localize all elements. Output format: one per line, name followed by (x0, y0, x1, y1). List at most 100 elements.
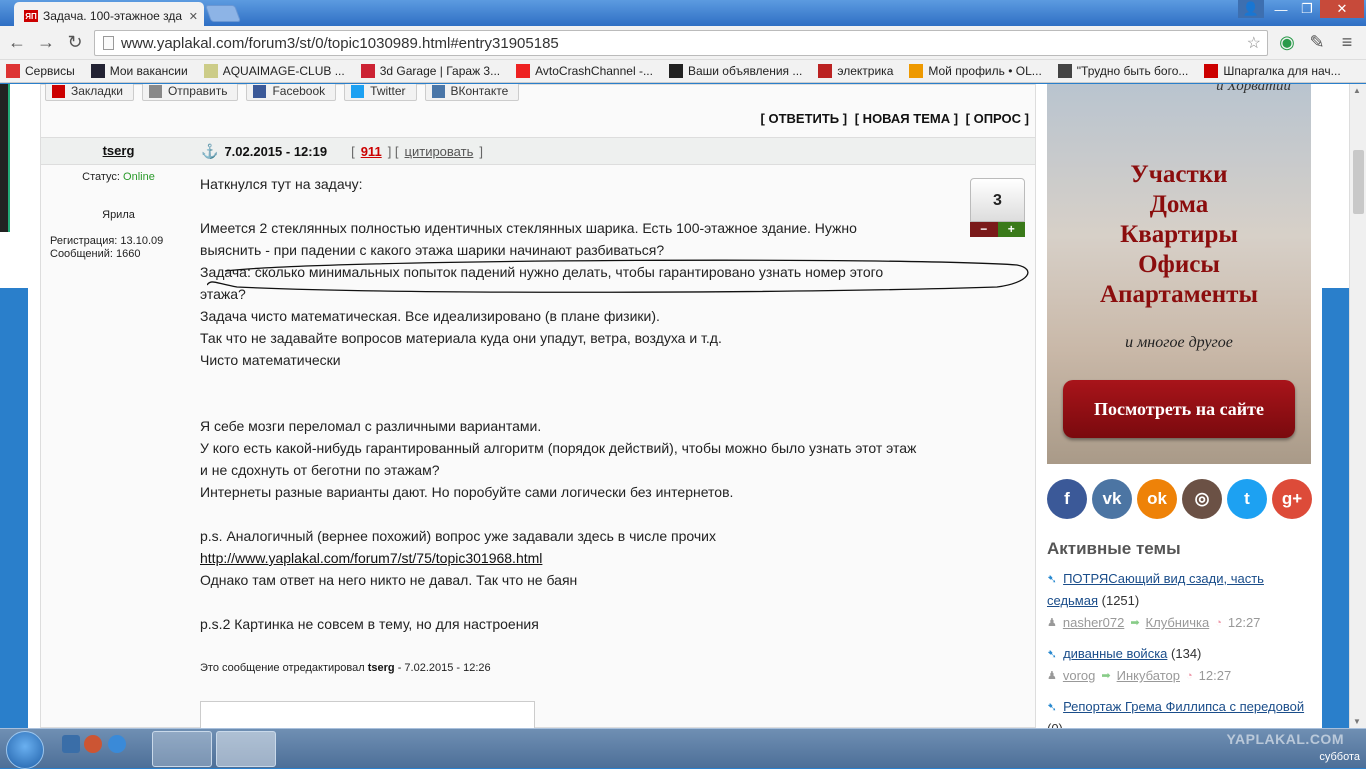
scroll-down-icon[interactable]: ▼ (1353, 717, 1361, 726)
vk-icon[interactable]: vk (1092, 479, 1132, 519)
message-count: Сообщений: 1660 (50, 248, 141, 260)
post-line: Однако там ответ на него никто не давал.… (200, 572, 578, 588)
tools-icon[interactable]: ✎ (1306, 32, 1328, 53)
topic-link[interactable]: Репортаж Грема Филлипса с передовой (1063, 699, 1304, 714)
bookmark-label: 3d Garage | Гараж 3... (379, 64, 501, 78)
bookmark-label: электрика (837, 64, 894, 78)
topic-title-line: ➷ Репортаж Грема Филлипса с передовой (0) (1047, 696, 1311, 728)
start-button[interactable] (6, 731, 44, 769)
tray-day: суббота (1319, 751, 1360, 763)
browser-quicklaunch-icon[interactable] (84, 735, 102, 753)
vertical-scrollbar[interactable]: ▲ ▼ (1349, 84, 1366, 728)
user-icon[interactable]: 👤 (1238, 0, 1264, 18)
share-button[interactable]: Twitter (344, 84, 417, 101)
maximize-button[interactable]: ❐ (1294, 0, 1320, 18)
bookmark-item[interactable]: Ваши объявления ... (668, 64, 803, 78)
post-meta: ⚓ 7.02.2015 - 12:19 [ 911 ] [ цитировать… (201, 143, 483, 160)
scroll-thumb[interactable] (1353, 150, 1364, 214)
menu-icon[interactable]: ≡ (1336, 32, 1358, 53)
ad-line: Апартаменты (1100, 281, 1258, 308)
poll-link[interactable]: [ ОПРОС ] (966, 111, 1029, 126)
bookmark-item[interactable]: Мои вакансии (90, 64, 188, 78)
twitter-icon[interactable]: t (1227, 479, 1267, 519)
yp-icon (1204, 64, 1219, 78)
bookmark-label: Мои вакансии (109, 64, 188, 78)
taskbar-chrome-button[interactable] (216, 731, 276, 767)
active-topics-list: ➷ ПОТРЯСающий вид сзади, часть седьмая (1… (1047, 568, 1311, 728)
ad-line: Дома (1149, 191, 1209, 218)
close-window-button[interactable]: ✕ (1320, 0, 1364, 18)
odnoklassniki-icon[interactable]: ok (1137, 479, 1177, 519)
active-topics-heading: Активные темы (1047, 539, 1181, 558)
bookmark-item[interactable]: AvtoCrashChannel -... (516, 64, 653, 78)
topic-section[interactable]: Клубничка (1146, 612, 1210, 634)
reply-link[interactable]: [ ОТВЕТИТЬ ] (761, 111, 848, 126)
taskbar-app-button[interactable] (152, 731, 212, 767)
topic-user[interactable]: nasher072 (1063, 612, 1124, 634)
instagram-icon[interactable]: ◎ (1182, 479, 1222, 519)
bookmark-item[interactable]: AQUAIMAGE-CLUB ... (203, 64, 345, 78)
ie-icon[interactable] (108, 735, 126, 753)
ad-top-text: и Хорватии (1216, 84, 1291, 94)
ad-cta-button[interactable]: Посмотреть на сайте (1063, 380, 1295, 438)
post-line: Чисто математически (200, 352, 341, 368)
tab-title: Задача. 100-этажное зда (43, 9, 183, 23)
topic-pin-icon: ➷ (1047, 572, 1058, 586)
avito-icon (668, 64, 683, 78)
share-button[interactable]: ВКонтакте (424, 84, 520, 101)
show-desktop-icon[interactable] (62, 735, 80, 753)
right-margin (1322, 84, 1349, 288)
post-line: p.s. Аналогичный (вернее похожий) вопрос… (200, 528, 717, 544)
topic-section[interactable]: Инкубатор (1117, 665, 1180, 687)
share-label: ВКонтакте (450, 84, 509, 98)
post-number[interactable]: 911 (361, 144, 382, 159)
author-name[interactable]: tserg (41, 143, 196, 158)
post-line: Задача: сколько минимальных попыток паде… (200, 264, 884, 280)
olx-icon (909, 64, 924, 78)
bookmark-item[interactable]: 3d Garage | Гараж 3... (360, 64, 501, 78)
active-topic: ➷ Репортаж Грема Филлипса с передовой (0) (1047, 696, 1311, 728)
bulb-icon (818, 64, 833, 78)
post-link[interactable]: http://www.yaplakal.com/forum7/st/75/top… (200, 550, 542, 566)
bookmark-item[interactable]: Шпаргалка для нач... (1204, 64, 1341, 78)
quote-link[interactable]: цитировать (405, 144, 474, 159)
bracket: ] (479, 144, 483, 159)
topic-user[interactable]: vorog (1063, 665, 1096, 687)
post-date: 7.02.2015 - 12:19 (224, 144, 328, 159)
bookmark-item[interactable]: электрика (818, 64, 893, 78)
twitter-icon (351, 84, 365, 98)
advert-banner[interactable]: и Хорватии Участки Дома Квартиры Офисы Апарт… (1047, 84, 1311, 464)
bookmark-label: Ваши объявления ... (687, 64, 803, 78)
topic-link[interactable]: диванные войска (1063, 646, 1167, 661)
new-topic-link[interactable]: [ НОВАЯ ТЕМА ] (855, 111, 958, 126)
share-button[interactable]: Facebook (246, 84, 337, 101)
mask-icon (1057, 64, 1072, 78)
bookmark-item[interactable]: Мой профиль • OL... (909, 64, 1042, 78)
post-line: и не сдохнуть от беготни по этажам? (200, 462, 440, 478)
anchor-icon[interactable]: ⚓ (201, 143, 218, 160)
forward-arrow-icon[interactable]: → (35, 32, 57, 53)
share-button[interactable]: Отправить (141, 84, 239, 101)
topic-pin-icon: ➷ (1047, 647, 1058, 661)
facebook-icon[interactable]: f (1047, 479, 1087, 519)
address-bar[interactable]: www.yaplakal.com/forum3/st/0/topic103098… (94, 30, 1268, 56)
close-tab-icon[interactable]: ✕ (189, 10, 198, 23)
user-icon: ♟ (1047, 617, 1057, 629)
star-icon[interactable]: ☆ (1247, 33, 1261, 53)
back-arrow-icon[interactable]: ← (6, 32, 28, 53)
user-info: Статус: Online Ярила Регистрация: 13.10.… (41, 171, 196, 261)
reload-icon[interactable]: ↻ (64, 32, 86, 53)
new-tab-button[interactable] (204, 5, 242, 22)
bookmark-item[interactable]: "Трудно быть бого... (1057, 64, 1188, 78)
bookmark-item[interactable]: Сервисы (6, 64, 75, 78)
browser-tab[interactable]: ЯП Задача. 100-этажное зда ✕ (14, 2, 204, 26)
facebook-icon (253, 84, 267, 98)
scroll-up-icon[interactable]: ▲ (1353, 86, 1361, 95)
googleplus-icon[interactable]: g+ (1272, 479, 1312, 519)
share-label: Закладки (71, 84, 123, 98)
extension-icon[interactable]: ◉ (1276, 32, 1298, 53)
share-button[interactable]: Закладки (45, 84, 134, 101)
minimize-button[interactable]: — (1268, 0, 1294, 18)
topic-link[interactable]: ПОТРЯСающий вид сзади, часть седьмая (1047, 571, 1264, 608)
star-icon (203, 64, 218, 78)
